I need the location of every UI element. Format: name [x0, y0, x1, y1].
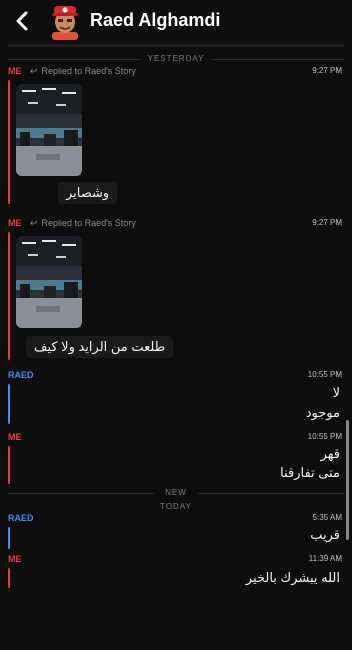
- timestamp: 10:55 PM: [307, 432, 342, 441]
- sender-bar: [8, 527, 10, 549]
- timestamp: 9:27 PM: [312, 66, 342, 75]
- divider-label: TODAY: [160, 502, 192, 511]
- sender-bar: [8, 80, 10, 204]
- sender-bar: [8, 568, 10, 588]
- timestamp: 10:55 PM: [307, 370, 342, 379]
- date-divider-yesterday: YESTERDAY: [0, 52, 352, 66]
- message-text: الله يبشرك بالخير: [245, 570, 340, 585]
- message-text: متى تفارقنا: [280, 465, 340, 480]
- timestamp: 11:39 AM: [308, 554, 342, 563]
- reply-note: ↩ Replied to Raed's Story: [30, 218, 136, 229]
- reply-note-text: Replied to Raed's Story: [41, 218, 136, 228]
- sender-label: ME: [8, 66, 22, 76]
- message-text: قهر: [320, 446, 340, 461]
- date-divider-today: TODAY: [0, 500, 352, 514]
- contact-name[interactable]: Raed Alghamdi: [90, 10, 220, 31]
- story-caption: وشصاير: [58, 182, 118, 204]
- message-text: لا: [332, 385, 340, 400]
- reply-arrow-icon: ↩: [30, 66, 38, 76]
- sender-bar: [8, 232, 10, 360]
- chat-header: Raed Alghamdi: [0, 0, 352, 44]
- timestamp: 5:35 AM: [312, 513, 342, 522]
- chevron-left-icon[interactable]: [12, 10, 34, 32]
- sender-label: RAED: [8, 370, 34, 380]
- sender-label: ME: [8, 554, 22, 564]
- sender-bar: [8, 384, 10, 424]
- reply-arrow-icon: ↩: [30, 218, 38, 228]
- story-thumbnail[interactable]: [16, 84, 82, 176]
- reply-note: ↩ Replied to Raed's Story: [30, 66, 136, 77]
- sender-label: RAED: [8, 513, 34, 523]
- scrollbar[interactable]: [346, 420, 349, 540]
- top-progress-bar: [8, 44, 344, 47]
- reply-note-text: Replied to Raed's Story: [41, 66, 136, 76]
- sender-bar: [8, 446, 10, 484]
- story-thumbnail[interactable]: [16, 236, 82, 328]
- message-text: قريب: [310, 527, 340, 542]
- message-text: موجود: [305, 405, 340, 420]
- new-divider: NEW: [0, 486, 352, 500]
- timestamp: 9:27 PM: [312, 218, 342, 227]
- avatar[interactable]: [48, 2, 82, 40]
- story-caption: طلعت من الرايد ولا كيف: [26, 336, 174, 358]
- sender-label: ME: [8, 218, 22, 228]
- story-image: [16, 236, 82, 328]
- sender-label: ME: [8, 432, 22, 442]
- story-image: [16, 84, 82, 176]
